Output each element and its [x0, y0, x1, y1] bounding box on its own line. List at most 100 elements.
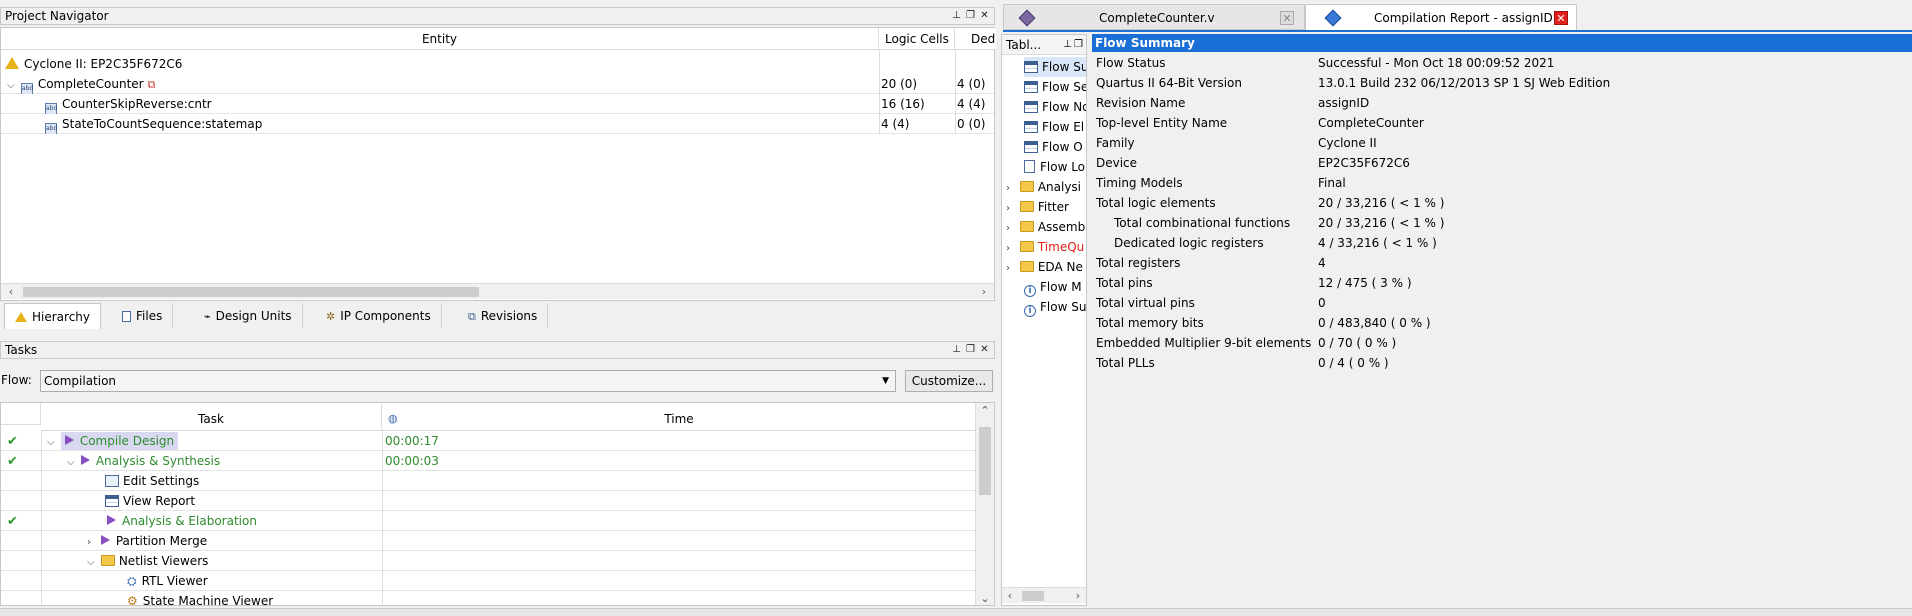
toc-item[interactable]: Flow Su	[1024, 57, 1086, 77]
summary-row[interactable]: Top-level Entity Name CompleteCounter	[1092, 113, 1912, 133]
customize-button[interactable]: Customize...	[905, 370, 993, 392]
float-icon[interactable]: ❐	[965, 344, 976, 356]
summary-row[interactable]: Total logic elements 20 / 33,216 ( < 1 % …	[1092, 193, 1912, 213]
task-label: Analysis & Elaboration	[122, 514, 257, 528]
scroll-up-icon[interactable]: ⌃	[977, 403, 993, 419]
summary-row[interactable]: Total combinational functions 20 / 33,216…	[1092, 213, 1912, 233]
tab-compilation-report[interactable]: Compilation Report - assignID ✕	[1305, 4, 1577, 30]
toc-item[interactable]: › Analysi	[1006, 177, 1081, 197]
tab-revisions[interactable]: ⧉ Revisions	[458, 303, 549, 329]
toc-item[interactable]: i Flow Su	[1024, 297, 1086, 317]
chevron-down-icon[interactable]: ⌵	[67, 453, 77, 471]
scroll-left-icon[interactable]: ‹	[3, 284, 19, 300]
table-row[interactable]: ⚙ State Machine Viewer	[1, 591, 975, 605]
device-row[interactable]: Cyclone II: EP2C35F672C6	[1, 54, 994, 74]
summary-row[interactable]: Embedded Multiplier 9-bit elements 0 / 70…	[1092, 333, 1912, 353]
column-task[interactable]: Task	[41, 403, 382, 431]
summary-row[interactable]: Timing Models Final	[1092, 173, 1912, 193]
scroll-right-icon[interactable]: ›	[1070, 588, 1086, 604]
toc-item[interactable]: Flow Se	[1024, 77, 1086, 97]
toc-item[interactable]: Flow Lo	[1024, 157, 1085, 177]
summary-row[interactable]: Revision Name assignID	[1092, 93, 1912, 113]
toc-item-label: Assemb	[1037, 220, 1086, 234]
chevron-right-icon[interactable]: ›	[1006, 199, 1016, 219]
summary-row[interactable]: Total registers 4	[1092, 253, 1912, 273]
flow-select[interactable]: Compilation ▼	[40, 370, 896, 392]
scroll-thumb[interactable]	[1022, 591, 1044, 601]
column-ded[interactable]: Ded	[955, 28, 996, 50]
scroll-left-icon[interactable]: ‹	[1002, 588, 1018, 604]
table-icon	[1024, 101, 1038, 113]
chevron-right-icon[interactable]: ›	[1006, 219, 1016, 239]
table-row[interactable]: ⛭ RTL Viewer	[1, 571, 975, 591]
chevron-down-icon[interactable]: ⌵	[87, 553, 97, 571]
tab-hierarchy[interactable]: Hierarchy	[4, 303, 102, 329]
summary-row[interactable]: Total virtual pins 0	[1092, 293, 1912, 313]
toc-item[interactable]: › TimeQu	[1006, 237, 1084, 257]
tab-ip-components[interactable]: ✲ IP Components	[316, 303, 442, 329]
table-row[interactable]: abd StateToCountSequence:statemap 4 (4) 0…	[1, 114, 994, 134]
tab-design-units[interactable]: ⌁ Design Units	[194, 303, 303, 329]
table-row[interactable]: View Report	[1, 491, 975, 511]
float-icon[interactable]: ❐	[1074, 35, 1083, 55]
table-row[interactable]: ⌵ abd CompleteCounter ⧉ 20 (0) 4 (0)	[1, 74, 994, 94]
toc-item[interactable]: › Assemb	[1006, 217, 1085, 237]
summary-row[interactable]: Dedicated logic registers 4 / 33,216 ( < …	[1092, 233, 1912, 253]
tab-files[interactable]: Files	[112, 303, 174, 329]
table-row[interactable]: ✔ ⌵ Analysis & Synthesis 00:00:03	[1, 451, 975, 471]
warning-icon	[5, 57, 19, 69]
status-bar	[0, 608, 1912, 616]
float-icon[interactable]: ❐	[965, 10, 976, 22]
toc-item[interactable]: › EDA Ne	[1006, 257, 1083, 277]
toc-item[interactable]: Flow O	[1024, 137, 1083, 157]
summary-row[interactable]: Total PLLs 0 / 4 ( 0 % )	[1092, 353, 1912, 373]
summary-row[interactable]: Device EP2C35F672C6	[1092, 153, 1912, 173]
summary-row[interactable]: Total memory bits 0 / 483,840 ( 0 % )	[1092, 313, 1912, 333]
table-row[interactable]: ✔ ⌵ Compile Design 00:00:17	[1, 431, 975, 451]
tab-completecounter-v[interactable]: CompleteCounter.v ✕	[1003, 4, 1305, 30]
toc-item[interactable]: i Flow M	[1024, 277, 1082, 297]
column-entity[interactable]: Entity	[1, 28, 879, 50]
table-icon	[1024, 121, 1038, 133]
summary-row[interactable]: Total pins 12 / 475 ( 3 % )	[1092, 273, 1912, 293]
table-row[interactable]: abd CounterSkipReverse:cntr 16 (16) 4 (4)	[1, 94, 994, 114]
close-tab-icon[interactable]: ✕	[1554, 11, 1568, 25]
toc-item[interactable]: › Fitter	[1006, 197, 1069, 217]
column-time[interactable]: ◍ Time	[382, 403, 977, 431]
table-row[interactable]: Edit Settings	[1, 471, 975, 491]
horizontal-scrollbar[interactable]: ‹ ›	[1, 283, 994, 299]
table-row[interactable]: › Partition Merge	[1, 531, 975, 551]
scroll-down-icon[interactable]: ⌄	[977, 591, 993, 605]
dropdown-arrow-icon[interactable]: ▼	[882, 371, 889, 391]
pin-icon[interactable]: ⊥	[951, 344, 962, 356]
summary-row[interactable]: Flow Status Successful - Mon Oct 18 00:09…	[1092, 53, 1912, 73]
table-row[interactable]: ⌵ Netlist Viewers	[1, 551, 975, 571]
info-icon: i	[1024, 285, 1036, 297]
toc-item[interactable]: Flow El	[1024, 117, 1084, 137]
close-icon[interactable]: ✕	[979, 344, 990, 356]
chevron-right-icon[interactable]: ›	[1006, 259, 1016, 279]
pin-icon[interactable]: ⊥	[951, 10, 962, 22]
chevron-down-icon[interactable]: ⌵	[7, 76, 17, 94]
summary-row[interactable]: Family Cyclone II	[1092, 133, 1912, 153]
table-row[interactable]: ✔ Analysis & Elaboration	[1, 511, 975, 531]
chevron-down-icon[interactable]: ⌵	[47, 433, 57, 451]
close-icon[interactable]: ✕	[979, 10, 990, 22]
toc-item[interactable]: Flow No	[1024, 97, 1086, 117]
summary-row[interactable]: Quartus II 64-Bit Version 13.0.1 Build 23…	[1092, 73, 1912, 93]
vertical-scrollbar[interactable]: ⌃ ⌄	[975, 403, 994, 605]
summary-value: assignID	[1318, 96, 1370, 110]
chevron-right-icon[interactable]: ›	[1006, 239, 1016, 259]
scroll-right-icon[interactable]: ›	[976, 284, 992, 300]
scroll-thumb[interactable]	[23, 287, 479, 297]
toc-horizontal-scrollbar[interactable]: ‹ ›	[1002, 587, 1086, 603]
close-tab-icon[interactable]: ✕	[1280, 11, 1294, 25]
pin-icon[interactable]: ⊥	[1063, 35, 1072, 55]
chevron-right-icon[interactable]: ›	[87, 533, 97, 551]
chevron-right-icon[interactable]: ›	[1006, 179, 1016, 199]
folder-icon	[1019, 181, 1034, 192]
column-logic-cells[interactable]: Logic Cells	[879, 28, 955, 50]
flow-summary-title: Flow Summary	[1092, 34, 1912, 52]
scroll-thumb[interactable]	[979, 427, 991, 495]
entity-icon: abd	[45, 103, 57, 114]
